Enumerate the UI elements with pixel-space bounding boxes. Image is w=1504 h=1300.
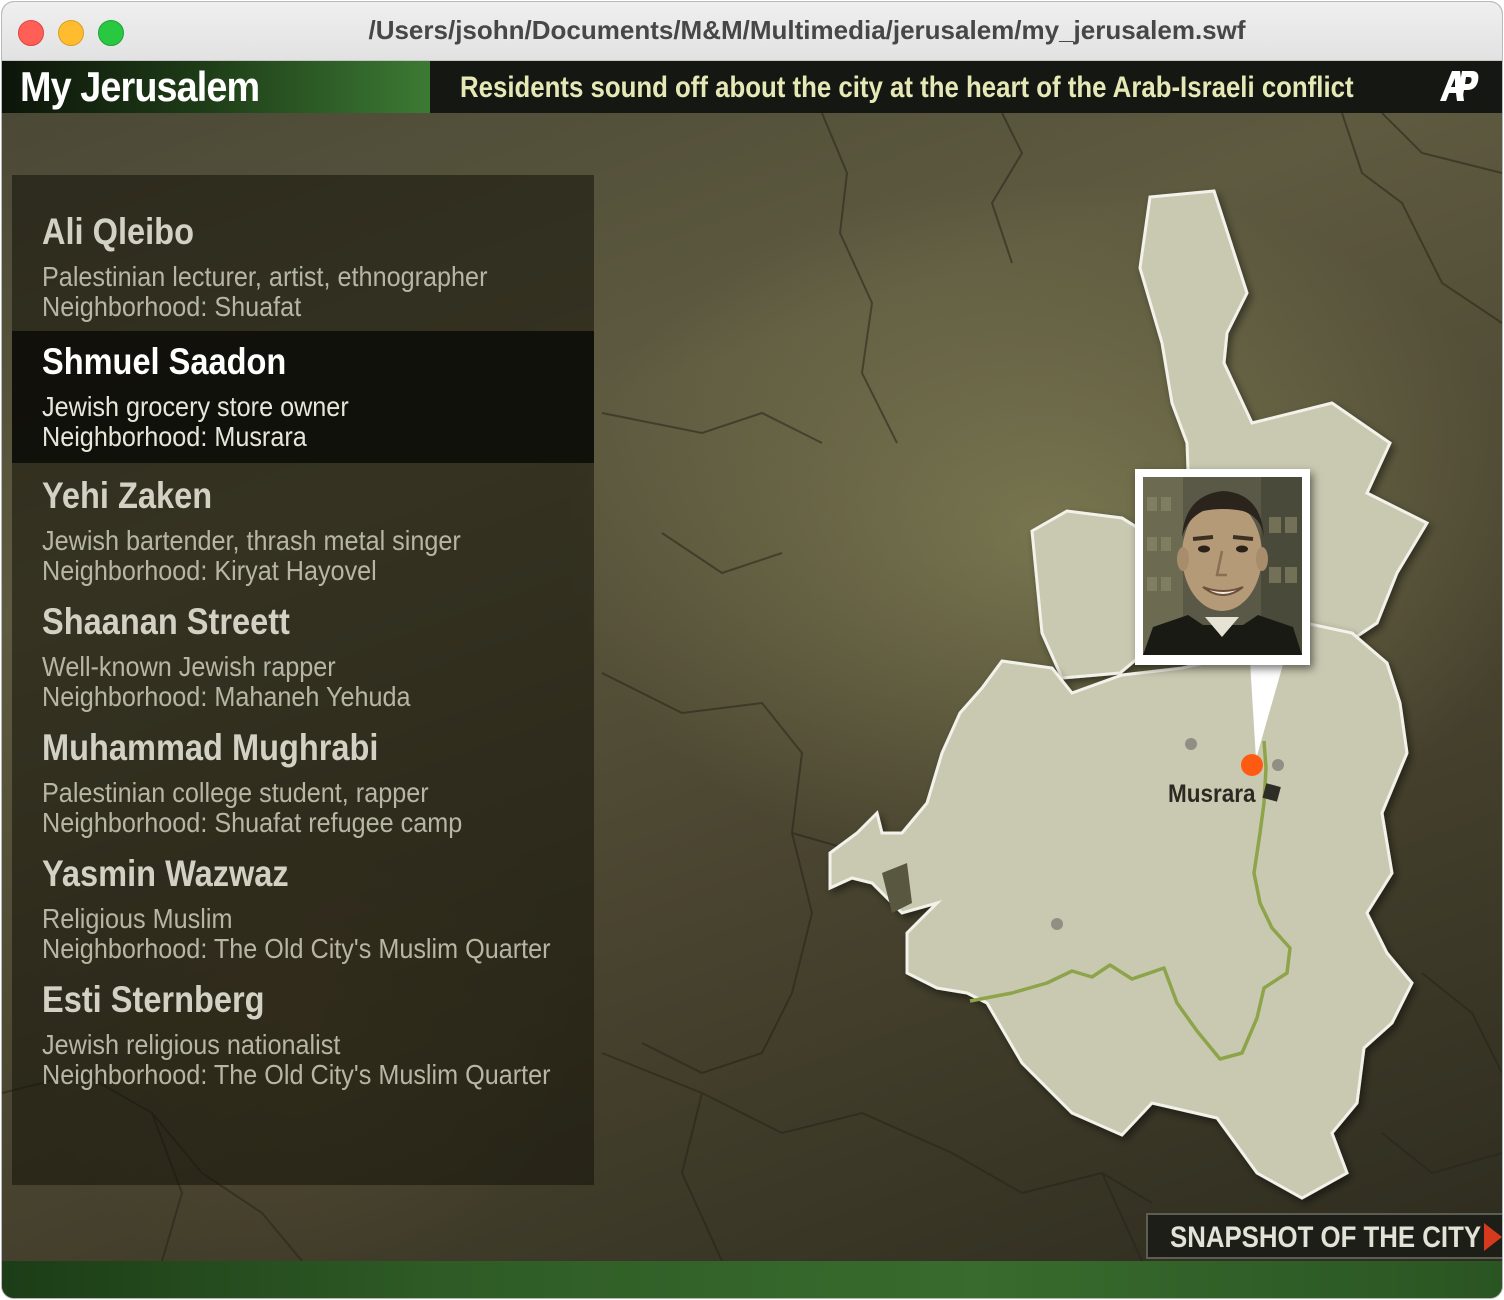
- map-location-dot[interactable]: [1185, 738, 1197, 750]
- map-location-dot[interactable]: [1272, 759, 1284, 771]
- close-window-button[interactable]: [18, 20, 44, 46]
- ap-logo-icon: [1440, 71, 1479, 101]
- minimize-window-button[interactable]: [58, 20, 84, 46]
- selected-location-marker[interactable]: [1241, 754, 1263, 776]
- maximize-window-button[interactable]: [98, 20, 124, 46]
- map-location-label: Musrara: [1168, 780, 1256, 808]
- snapshot-of-city-button[interactable]: SNAPSHOT OF THE CITY: [1146, 1213, 1502, 1259]
- portrait-illustration: [1143, 477, 1302, 655]
- app-header: My Jerusalem Residents sound off about t…: [2, 61, 1502, 113]
- snapshot-button-label: SNAPSHOT OF THE CITY: [1170, 1221, 1482, 1254]
- portrait-photo: [1143, 477, 1302, 655]
- footer-bar: [2, 1261, 1502, 1298]
- main-stage: Ali Qleibo Palestinian lecturer, artist,…: [2, 113, 1502, 1261]
- selected-person-photo-card[interactable]: [1135, 469, 1310, 665]
- app-brand-title: My Jerusalem: [20, 63, 260, 110]
- map-location-dot[interactable]: [1051, 918, 1063, 930]
- map-main-body: [828, 616, 1414, 1200]
- jerusalem-map: [828, 189, 1430, 1200]
- app-window: /Users/jsohn/Documents/M&M/Multimedia/je…: [2, 2, 1502, 1298]
- tagline: Residents sound off about the city at th…: [460, 71, 1354, 104]
- brand-block: My Jerusalem: [2, 61, 430, 113]
- play-arrow-icon: [1484, 1223, 1502, 1251]
- title-bar: /Users/jsohn/Documents/M&M/Multimedia/je…: [2, 2, 1502, 61]
- window-title: /Users/jsohn/Documents/M&M/Multimedia/je…: [368, 15, 1246, 45]
